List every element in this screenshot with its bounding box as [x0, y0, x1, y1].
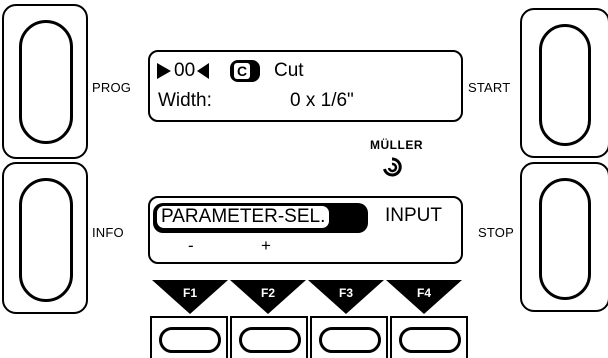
width-value: 0 x 1/6" [290, 90, 354, 111]
stop-key[interactable] [520, 162, 608, 312]
f1-key-oval [159, 327, 221, 353]
f3-label: F3 [338, 286, 353, 300]
mode-label: Cut [274, 60, 304, 81]
f4-key-oval [399, 327, 461, 353]
f2-key[interactable] [230, 316, 308, 358]
start-label: START [468, 80, 511, 95]
info-key-oval [19, 178, 73, 302]
prog-key-oval [19, 20, 73, 144]
start-key[interactable] [520, 8, 608, 158]
parameter-sel-item[interactable]: PARAMETER-SEL. [153, 203, 368, 233]
input-item[interactable]: INPUT [385, 205, 442, 227]
program-number: 00 [174, 60, 196, 81]
f4-label: F4 [416, 286, 431, 300]
stop-label: STOP [478, 225, 514, 240]
info-key[interactable] [2, 162, 88, 314]
back-arrow-icon [197, 63, 209, 79]
stop-key-oval [539, 178, 591, 300]
mode-badge-letter: C [234, 63, 250, 79]
brand-name: MÜLLER [370, 138, 423, 152]
f1-label: F1 [182, 286, 197, 300]
prog-label: PROG [92, 80, 132, 95]
prog-key[interactable] [2, 4, 88, 159]
bottom-display: PARAMETER-SEL. INPUT - + [148, 196, 463, 264]
width-label: Width: [158, 90, 212, 111]
plus-item: + [261, 236, 271, 255]
parameter-sel-label: PARAMETER-SEL. [157, 206, 330, 228]
f3-key[interactable] [310, 316, 388, 358]
f4-key[interactable] [390, 316, 468, 358]
start-key-oval [539, 24, 591, 146]
f2-label: F2 [260, 286, 275, 300]
f1-key[interactable] [150, 316, 228, 358]
play-arrow-icon [157, 63, 171, 79]
mode-badge: C [230, 60, 260, 82]
minus-item: - [188, 236, 194, 255]
f2-key-oval [239, 327, 301, 353]
f3-key-oval [319, 327, 381, 353]
swirl-icon [383, 157, 402, 177]
top-display: 00 C Cut Width: 0 x 1/6" [148, 50, 463, 122]
info-label: INFO [92, 225, 124, 240]
